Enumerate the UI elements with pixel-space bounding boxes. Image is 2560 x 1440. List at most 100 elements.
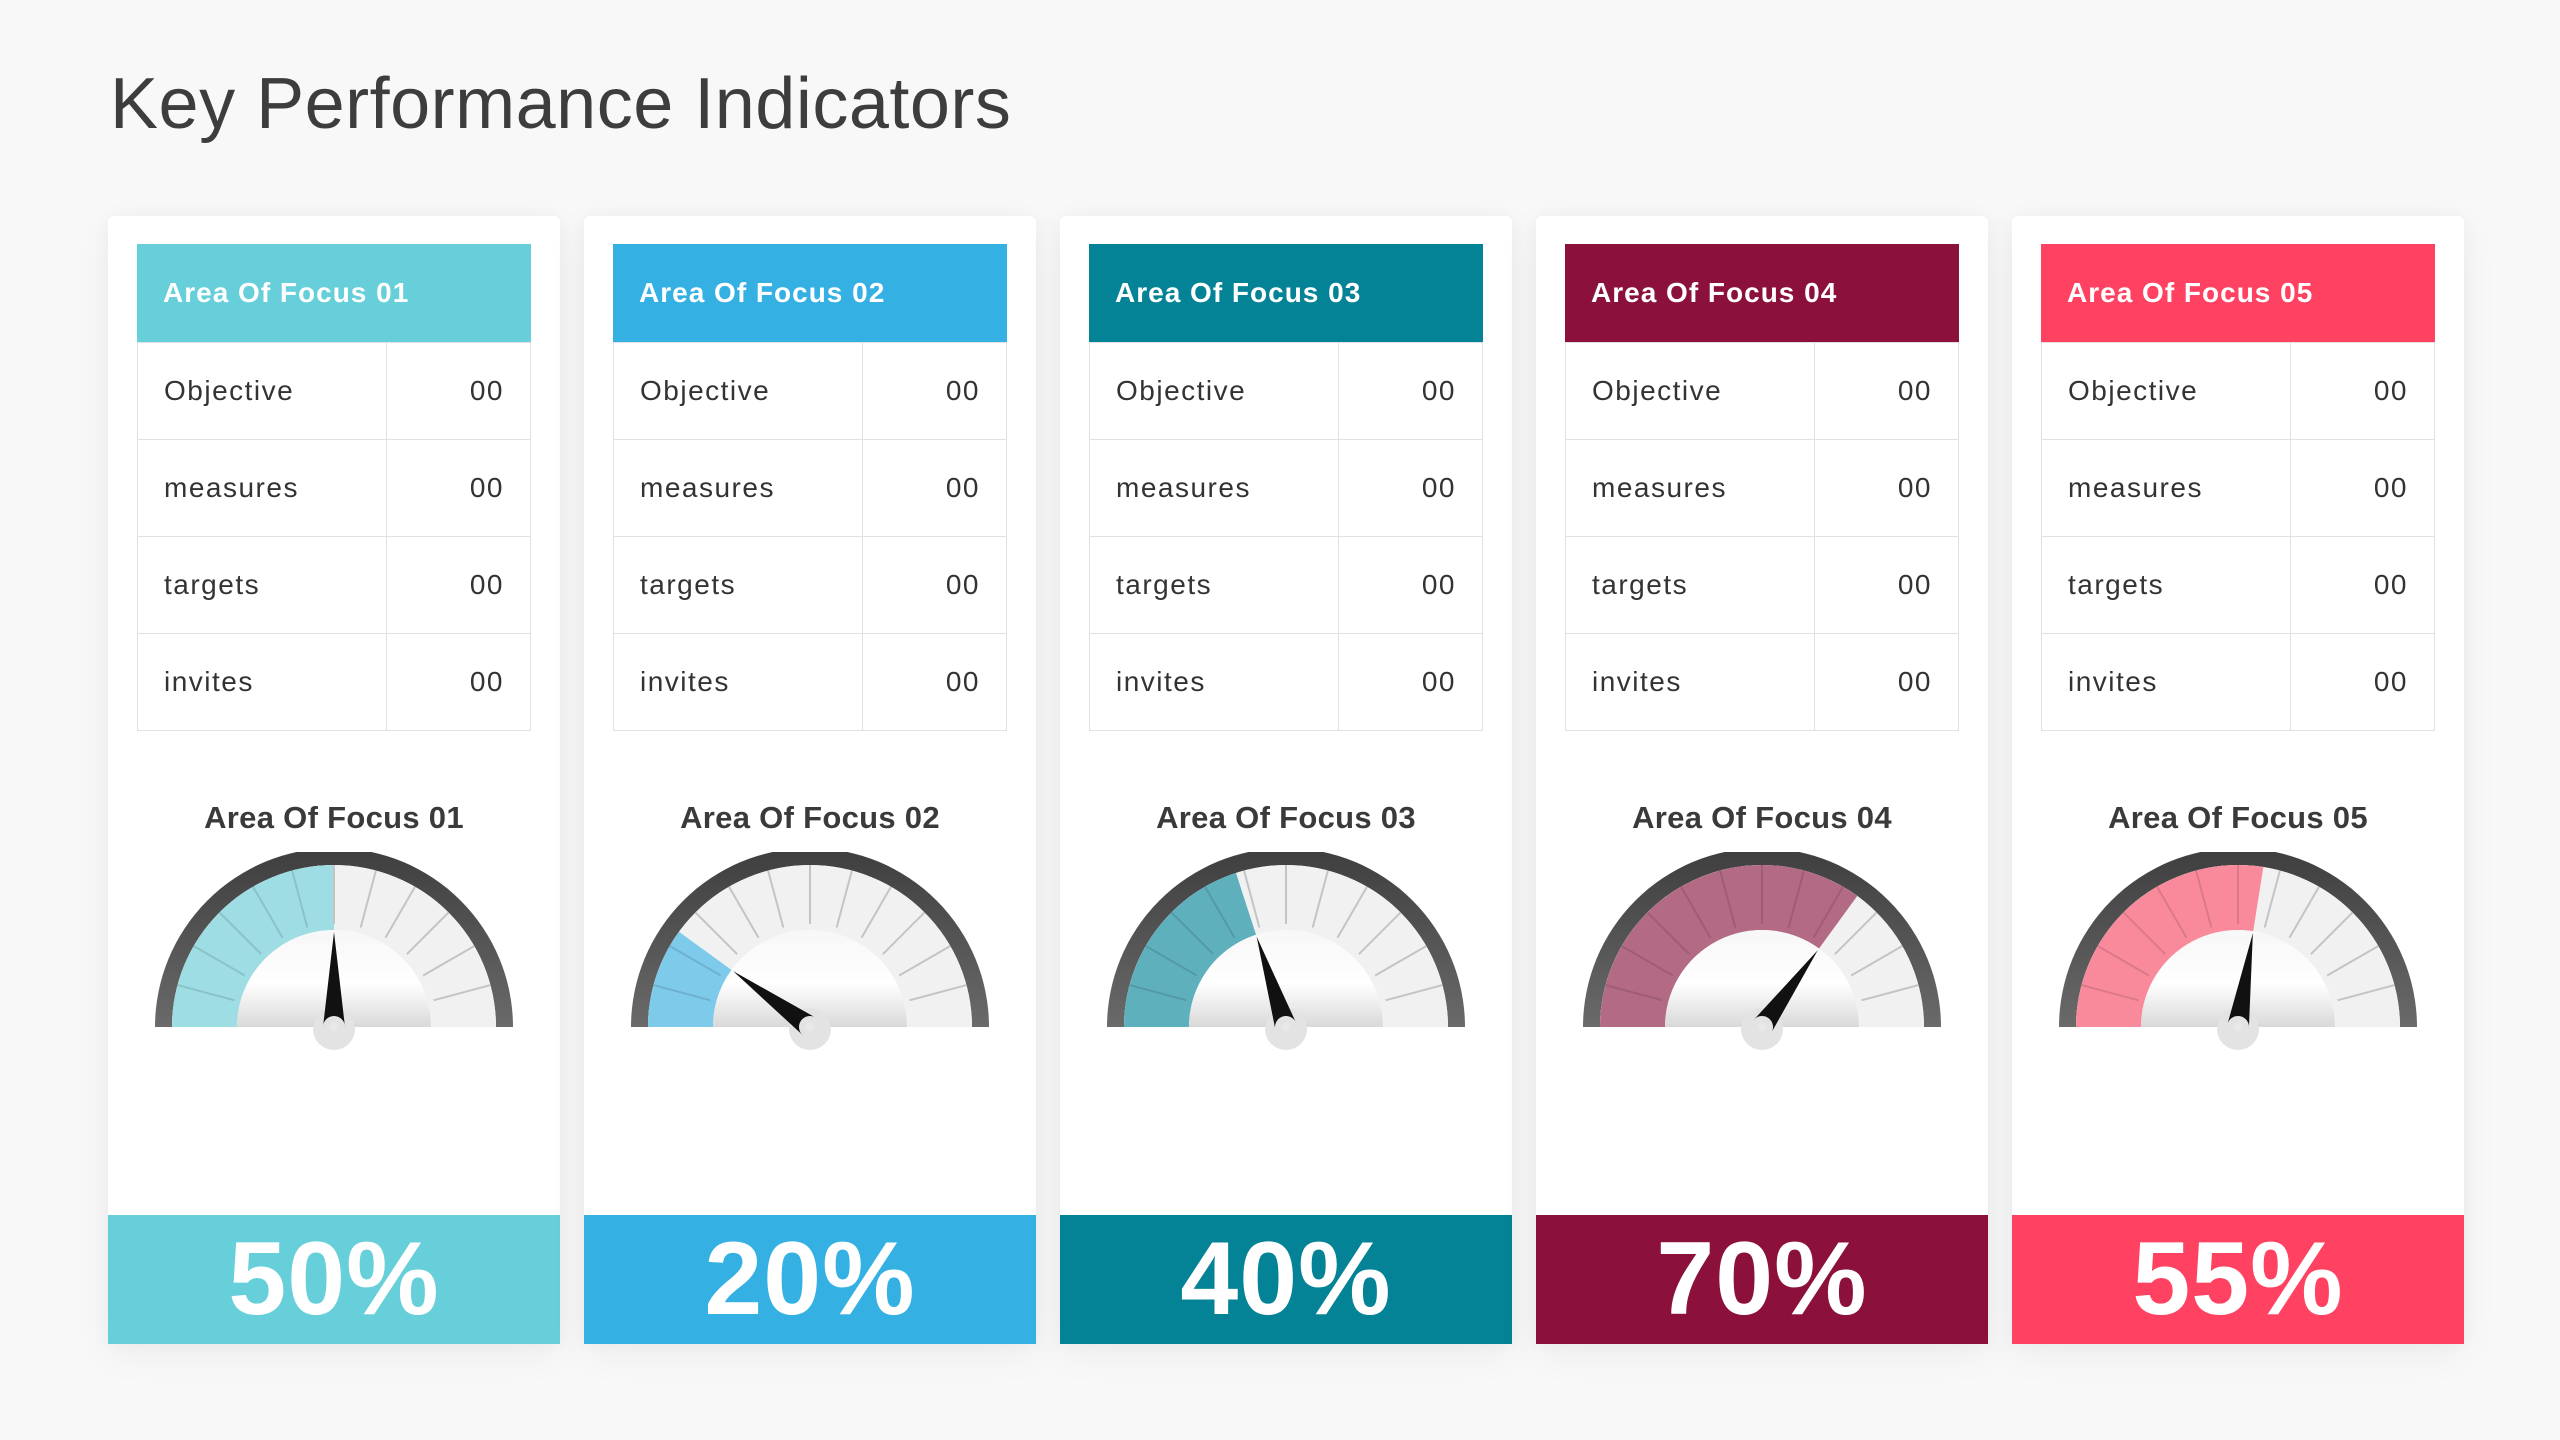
kpi-row: invites 00: [613, 633, 1007, 731]
kpi-row-label: invites: [137, 633, 387, 731]
percent-band: 55%: [2012, 1215, 2464, 1344]
kpi-row: measures 00: [2041, 439, 2435, 537]
kpi-row-value: 00: [1814, 439, 1959, 537]
kpi-row: measures 00: [1565, 439, 1959, 537]
kpi-row-label: measures: [613, 439, 863, 537]
kpi-row-value: 00: [386, 342, 531, 440]
gauge-title: Area Of Focus 02: [680, 800, 940, 835]
kpi-row: invites 00: [1565, 633, 1959, 731]
kpi-row-label: Objective: [137, 342, 387, 440]
kpi-row: targets 00: [1089, 536, 1483, 634]
kpi-row: Objective 00: [1565, 342, 1959, 440]
kpi-row-label: measures: [2041, 439, 2291, 537]
kpi-row-label: invites: [1565, 633, 1815, 731]
gauge-title: Area Of Focus 04: [1632, 800, 1892, 835]
kpi-row: Objective 00: [2041, 342, 2435, 440]
gauge-chart: [2059, 852, 2417, 1050]
kpi-row-value: 00: [1338, 342, 1483, 440]
kpi-table: Objective 00 measures 00 targets 00 invi…: [613, 342, 1007, 731]
kpi-row-label: Objective: [1565, 342, 1815, 440]
percent-value: 40%: [1180, 1221, 1392, 1337]
percent-band: 70%: [1536, 1215, 1988, 1344]
kpi-row-label: targets: [1565, 536, 1815, 634]
card-header: Area Of Focus 05: [2041, 244, 2435, 342]
kpi-row-value: 00: [386, 536, 531, 634]
kpi-row-value: 00: [386, 439, 531, 537]
kpi-row-value: 00: [1338, 439, 1483, 537]
percent-value: 50%: [228, 1221, 440, 1337]
gauge-title: Area Of Focus 05: [2108, 800, 2368, 835]
kpi-row: targets 00: [137, 536, 531, 634]
gauge-needle-pin: [1757, 1022, 1767, 1032]
gauge-chart: [1583, 852, 1941, 1050]
kpi-row: Objective 00: [137, 342, 531, 440]
kpi-card: Area Of Focus 04 Objective 00 measures 0…: [1536, 216, 1988, 1344]
kpi-row: invites 00: [2041, 633, 2435, 731]
card-header-title: Area Of Focus 05: [2067, 277, 2314, 308]
kpi-row-label: invites: [2041, 633, 2291, 731]
card-header: Area Of Focus 04: [1565, 244, 1959, 342]
card-header: Area Of Focus 01: [137, 244, 531, 342]
kpi-row-value: 00: [2290, 536, 2435, 634]
kpi-row: invites 00: [137, 633, 531, 731]
kpi-row-label: measures: [137, 439, 387, 537]
kpi-table: Objective 00 measures 00 targets 00 invi…: [1565, 342, 1959, 731]
percent-value: 70%: [1656, 1221, 1868, 1337]
card-header: Area Of Focus 03: [1089, 244, 1483, 342]
gauge-needle-pin: [2233, 1022, 2243, 1032]
kpi-table: Objective 00 measures 00 targets 00 invi…: [2041, 342, 2435, 731]
kpi-row-value: 00: [1338, 633, 1483, 731]
kpi-row: measures 00: [613, 439, 1007, 537]
gauge-needle-pin: [329, 1022, 339, 1032]
card-header-title: Area Of Focus 02: [639, 277, 886, 308]
card-header-title: Area Of Focus 01: [163, 277, 410, 308]
kpi-table: Objective 00 measures 00 targets 00 invi…: [137, 342, 531, 731]
percent-band: 40%: [1060, 1215, 1512, 1344]
gauge-title: Area Of Focus 01: [204, 800, 464, 835]
kpi-row-value: 00: [1338, 536, 1483, 634]
kpi-card: Area Of Focus 02 Objective 00 measures 0…: [584, 216, 1036, 1344]
kpi-row-value: 00: [1814, 342, 1959, 440]
kpi-row: Objective 00: [1089, 342, 1483, 440]
card-header-title: Area Of Focus 03: [1115, 277, 1362, 308]
kpi-card: Area Of Focus 05 Objective 00 measures 0…: [2012, 216, 2464, 1344]
gauge-needle-pin: [1281, 1022, 1291, 1032]
kpi-row-label: targets: [1089, 536, 1339, 634]
kpi-row-value: 00: [862, 439, 1007, 537]
kpi-row-value: 00: [1814, 633, 1959, 731]
kpi-row-label: measures: [1089, 439, 1339, 537]
kpi-card: Area Of Focus 01 Objective 00 measures 0…: [108, 216, 560, 1344]
kpi-table: Objective 00 measures 00 targets 00 invi…: [1089, 342, 1483, 731]
kpi-card: Area Of Focus 03 Objective 00 measures 0…: [1060, 216, 1512, 1344]
kpi-row: invites 00: [1089, 633, 1483, 731]
kpi-row-value: 00: [862, 342, 1007, 440]
kpi-row: measures 00: [1089, 439, 1483, 537]
kpi-row-label: Objective: [2041, 342, 2291, 440]
kpi-row: targets 00: [613, 536, 1007, 634]
kpi-row-value: 00: [386, 633, 531, 731]
kpi-row: Objective 00: [613, 342, 1007, 440]
kpi-row-label: targets: [2041, 536, 2291, 634]
kpi-row: targets 00: [1565, 536, 1959, 634]
gauge-title: Area Of Focus 03: [1156, 800, 1416, 835]
percent-value: 20%: [704, 1221, 916, 1337]
kpi-row-label: invites: [613, 633, 863, 731]
kpi-row: measures 00: [137, 439, 531, 537]
kpi-row-label: Objective: [1089, 342, 1339, 440]
kpi-row-label: targets: [137, 536, 387, 634]
gauge-chart: [155, 852, 513, 1050]
percent-band: 20%: [584, 1215, 1036, 1344]
percent-band: 50%: [108, 1215, 560, 1344]
kpi-row-value: 00: [2290, 342, 2435, 440]
kpi-row-value: 00: [862, 536, 1007, 634]
kpi-row-value: 00: [1814, 536, 1959, 634]
gauge-needle-pin: [805, 1022, 815, 1032]
gauge-chart: [1107, 852, 1465, 1050]
kpi-row-label: Objective: [613, 342, 863, 440]
gauge-chart: [631, 852, 989, 1050]
percent-value: 55%: [2132, 1221, 2344, 1337]
page-title: Key Performance Indicators: [110, 64, 1012, 144]
kpi-row-label: targets: [613, 536, 863, 634]
kpi-row-value: 00: [2290, 439, 2435, 537]
kpi-row-label: invites: [1089, 633, 1339, 731]
